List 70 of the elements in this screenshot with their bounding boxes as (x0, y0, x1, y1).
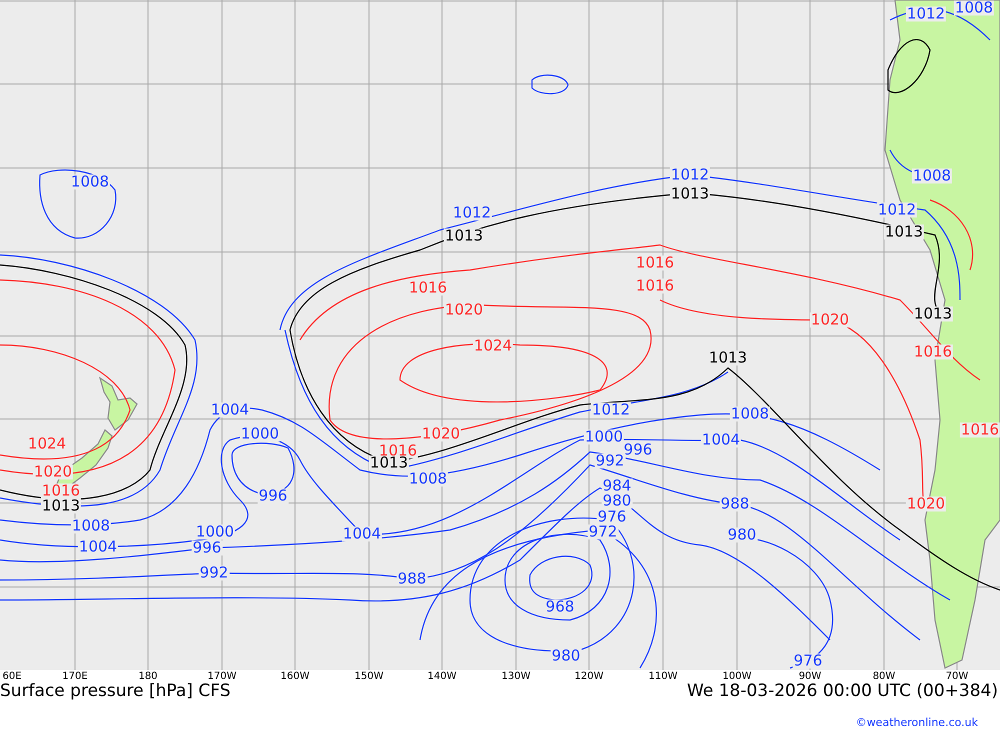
longitude-label: 60E (2, 671, 22, 683)
isobar-label: 1016 (408, 280, 448, 296)
isobar-label: 1016 (912, 344, 954, 360)
isobar-label: 1008 (408, 472, 448, 486)
credit-link[interactable]: ©weatheronline.co.uk (856, 716, 978, 730)
isobar-label: 1004 (342, 526, 382, 542)
isobar-label: 1008 (70, 174, 110, 190)
isobar-label: 1013 (40, 498, 82, 514)
map-title: Surface pressure [hPa] CFS (0, 681, 230, 701)
isobar-label: 980 (602, 494, 632, 508)
isobar-label: 996 (192, 540, 222, 556)
isobar-label: 1020 (810, 312, 850, 328)
isobar-label: 1012 (876, 202, 918, 218)
isobar-label: 1008 (954, 0, 994, 16)
longitude-label: 130W (502, 671, 530, 683)
isobar-label: 992 (594, 454, 626, 468)
isobar-label: 980 (550, 648, 582, 664)
isobar-label: 1012 (670, 168, 710, 182)
isobar-label: 972 (588, 524, 618, 540)
isobar-label: 1012 (906, 6, 946, 22)
isobar-label: 988 (396, 572, 428, 586)
isobar-label: 996 (258, 488, 288, 504)
isobar-label: 980 (726, 528, 758, 542)
isobar-label: 1008 (912, 168, 952, 184)
isobar-label: 1020 (32, 464, 74, 480)
isobar-label: 1013 (368, 456, 410, 470)
longitude-label: 80W (872, 671, 896, 683)
isobar-label: 1020 (444, 302, 484, 318)
isobar-label: 1020 (420, 426, 462, 442)
longitude-label: 90W (798, 671, 822, 683)
isobar-label: 976 (792, 654, 824, 668)
longitude-label: 150W (354, 671, 384, 683)
isobar-label: 1008 (730, 406, 770, 422)
longitude-label: 70W (946, 671, 968, 683)
isobar-label: 992 (198, 566, 230, 580)
longitude-label: 160W (280, 671, 310, 683)
isobar-label: 1004 (700, 432, 742, 448)
isobar-label: 1013 (912, 306, 954, 322)
isobar-label: 1013 (884, 224, 924, 240)
isobar-label: 1012 (590, 402, 632, 418)
longitude-label: 170E (62, 671, 88, 683)
isobar-label: 1013 (444, 228, 484, 244)
isobar-label: 1000 (584, 430, 624, 444)
isobar-label: 1016 (634, 278, 676, 294)
isobar-label: 1013 (670, 186, 710, 202)
isobar-label: 1004 (78, 540, 118, 554)
isobar-label: 1004 (210, 402, 250, 418)
isobar-label: 1024 (472, 338, 514, 354)
isobar-label: 1016 (40, 484, 82, 498)
longitude-label: 110W (648, 671, 678, 683)
longitude-label: 120W (574, 671, 604, 683)
longitude-label: 180 (138, 671, 158, 683)
isobar-label: 976 (596, 510, 628, 524)
isobar-label: 1013 (708, 350, 748, 366)
longitude-label: 100W (722, 671, 752, 683)
isobar-label: 1012 (452, 206, 492, 220)
isobar-label: 1000 (194, 524, 236, 540)
isobar-label: 1020 (906, 496, 946, 512)
longitude-label: 170W (208, 671, 236, 683)
isobar-label: 1024 (26, 436, 68, 452)
isobar-label: 1008 (70, 518, 112, 534)
longitude-label: 140W (428, 671, 456, 683)
isobar-label: 1016 (634, 256, 676, 270)
isobar-label: 984 (602, 478, 632, 494)
isobar-label: 1016 (960, 422, 1000, 438)
isobar-label: 1000 (240, 426, 280, 442)
isobar-label: 996 (622, 442, 654, 458)
valid-time: We 18-03-2026 00:00 UTC (00+384) (687, 681, 998, 701)
isobar-label: 968 (544, 600, 576, 614)
isobar-label: 988 (720, 496, 750, 512)
